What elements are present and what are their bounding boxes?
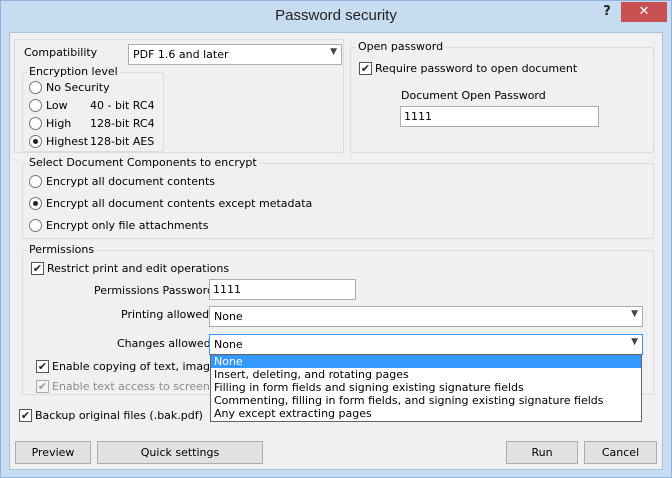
- printing-allowed-label: Printing allowed: [121, 308, 210, 321]
- password-security-window: Password security ? ✕ Compatibility PDF …: [0, 0, 672, 478]
- quick-settings-button[interactable]: Quick settings: [97, 441, 263, 464]
- radio-encrypt-all[interactable]: [29, 175, 42, 188]
- changes-allowed-label: Changes allowed: [117, 337, 211, 350]
- chevron-down-icon: ▼: [631, 309, 638, 319]
- radio-high-label: High: [46, 117, 72, 130]
- permissions-password-input[interactable]: 1111: [209, 279, 356, 300]
- compatibility-select[interactable]: PDF 1.6 and later ▼: [128, 44, 342, 65]
- screen-reader-checkbox[interactable]: ✔: [36, 380, 49, 393]
- components-label: Select Document Components to encrypt: [27, 156, 259, 169]
- cancel-button[interactable]: Cancel: [584, 441, 657, 464]
- radio-encrypt-attachments[interactable]: [29, 219, 42, 232]
- enable-copying-label: Enable copying of text, images,: [52, 360, 227, 373]
- dropdown-option-any-except[interactable]: Any except extracting pages: [211, 407, 641, 420]
- chevron-down-icon: ▼: [330, 47, 337, 57]
- document-open-password-value: 1111: [404, 110, 432, 123]
- restrict-label: Restrict print and edit operations: [47, 262, 230, 275]
- enable-copying-checkbox[interactable]: ✔: [36, 360, 49, 373]
- changes-allowed-select[interactable]: None ▼: [209, 334, 643, 355]
- radio-highest-label: Highest: [46, 135, 89, 148]
- require-password-label: Require password to open document: [375, 62, 578, 75]
- dropdown-option-commenting[interactable]: Commenting, filling in form fields, and …: [211, 394, 641, 407]
- permissions-password-label: Permissions Password: [94, 284, 214, 297]
- document-open-password-label: Document Open Password: [401, 89, 546, 102]
- radio-no-security-label: No Security: [46, 81, 110, 94]
- preview-button[interactable]: Preview: [15, 441, 91, 464]
- run-button[interactable]: Run: [506, 441, 578, 464]
- window-title: Password security: [275, 7, 397, 24]
- backup-checkbox[interactable]: ✔: [19, 409, 32, 422]
- dropdown-option-insert[interactable]: Insert, deleting, and rotating pages: [211, 368, 641, 381]
- radio-no-security[interactable]: [29, 81, 42, 94]
- require-password-checkbox[interactable]: ✔: [359, 62, 372, 75]
- radio-highest-detail: 128-bit AES: [90, 135, 155, 148]
- screen-reader-label: Enable text access to screen rea: [52, 380, 232, 393]
- title-bar[interactable]: Password security ? ✕: [1, 1, 671, 31]
- permissions-label: Permissions: [27, 243, 97, 256]
- dropdown-option-filling[interactable]: Filling in form fields and signing exist…: [211, 381, 641, 394]
- changes-allowed-value: None: [214, 338, 243, 351]
- radio-encrypt-attachments-label: Encrypt only file attachments: [46, 219, 209, 232]
- radio-low-label: Low: [46, 99, 68, 112]
- compatibility-label: Compatibility: [24, 46, 98, 59]
- printing-allowed-select[interactable]: None ▼: [209, 306, 643, 327]
- radio-high-detail: 128-bit RC4: [90, 117, 155, 130]
- help-button[interactable]: ?: [597, 4, 617, 24]
- radio-encrypt-all-label: Encrypt all document contents: [46, 175, 215, 188]
- open-password-label: Open password: [356, 40, 446, 53]
- restrict-checkbox[interactable]: ✔: [31, 262, 44, 275]
- radio-low[interactable]: [29, 99, 42, 112]
- radio-encrypt-except-metadata[interactable]: [29, 197, 42, 210]
- dialog-body: Compatibility PDF 1.6 and later ▼ Encryp…: [9, 32, 663, 470]
- close-button[interactable]: ✕: [621, 2, 667, 22]
- printing-allowed-value: None: [214, 310, 243, 323]
- compatibility-value: PDF 1.6 and later: [133, 48, 229, 61]
- changes-allowed-dropdown: None Insert, deleting, and rotating page…: [210, 354, 642, 422]
- backup-label: Backup original files (.bak.pdf): [35, 409, 203, 422]
- chevron-down-icon: ▼: [631, 337, 638, 347]
- permissions-password-value: 1111: [213, 283, 241, 296]
- encryption-level-label: Encryption level: [27, 65, 120, 78]
- dropdown-option-none[interactable]: None: [211, 355, 641, 368]
- radio-high[interactable]: [29, 117, 42, 130]
- radio-encrypt-except-metadata-label: Encrypt all document contents except met…: [46, 197, 313, 210]
- radio-low-detail: 40 - bit RC4: [90, 99, 155, 112]
- radio-highest[interactable]: [29, 135, 42, 148]
- document-open-password-input[interactable]: 1111: [400, 106, 599, 127]
